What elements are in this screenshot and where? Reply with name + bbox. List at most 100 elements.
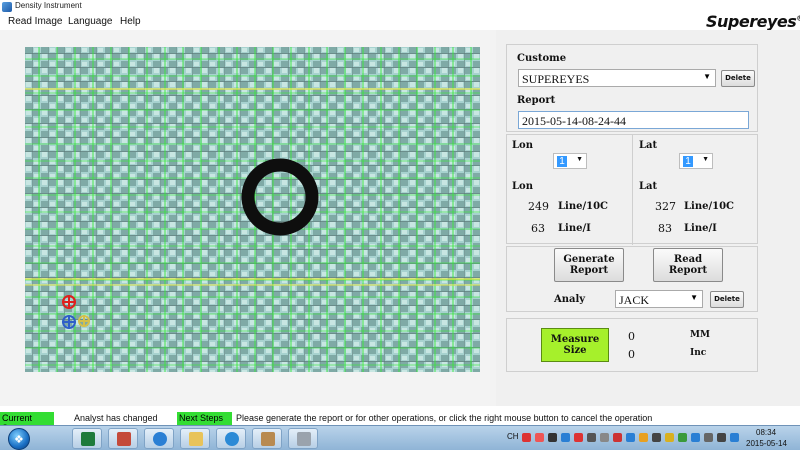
network-icon[interactable]	[704, 433, 713, 442]
report-label: Report	[517, 95, 556, 106]
brand-name: Supereyes	[706, 12, 797, 31]
start-button[interactable]: ❖	[8, 428, 30, 450]
tray-icon[interactable]	[691, 433, 700, 442]
lon-result-label: Lon	[512, 181, 533, 192]
menu-help[interactable]: Help	[120, 16, 141, 27]
lat-line10c-value: 327	[655, 200, 676, 213]
divider	[632, 135, 633, 245]
taskbar: ❖ CH 08:34 2015-05-14	[0, 425, 800, 450]
mm-unit: MM	[690, 330, 710, 340]
media-icon	[153, 432, 167, 446]
lon-label: Lon	[512, 140, 533, 151]
measure-size-label-line1: Measure	[550, 334, 600, 345]
taskbar-explorer[interactable]	[180, 428, 210, 449]
lon-line10c-value: 249	[528, 200, 549, 213]
taskbar-ie[interactable]	[216, 428, 246, 449]
fabric-weave-image	[25, 47, 480, 372]
red-crosshair-icon[interactable]	[62, 295, 76, 309]
yellow-crosshair-icon[interactable]	[78, 315, 90, 327]
lon-select[interactable]: 1 ▼	[553, 153, 587, 169]
person-icon	[117, 432, 131, 446]
customer-delete-button[interactable]: Delete	[721, 70, 755, 87]
tray-icon[interactable]	[535, 433, 544, 442]
lat-linei-unit: Line/I	[684, 223, 717, 234]
analyst-label: Analy	[554, 294, 586, 305]
menu-bar: Read Image Language Help	[0, 14, 800, 30]
lat-line10c-unit: Line/10C	[684, 201, 734, 212]
fabric-image-view[interactable]	[25, 47, 480, 372]
app-icon	[2, 2, 12, 12]
chevron-down-icon: ▼	[690, 293, 698, 302]
windows-logo-icon: ❖	[14, 434, 24, 446]
current-state-text: Analyst has changed	[74, 413, 158, 423]
customer-select-value: SUPEREYES	[522, 72, 590, 86]
customer-label: Custome	[517, 53, 567, 64]
chevron-down-icon: ▼	[702, 156, 709, 163]
brand-logo: Supereyes®	[706, 12, 800, 31]
tray-icon[interactable]	[561, 433, 570, 442]
taskbar-app-person[interactable]	[108, 428, 138, 449]
report-name-input[interactable]: 2015-05-14-08-24-44	[518, 111, 749, 129]
lon-select-value: 1	[557, 156, 567, 167]
lat-label: Lat	[639, 140, 658, 151]
report-name-value: 2015-05-14-08-24-44	[522, 114, 626, 128]
status-bar: Current State Analyst has changed Next S…	[0, 412, 800, 433]
read-report-label-line1: Read	[673, 254, 703, 265]
blue-crosshair-icon[interactable]	[62, 315, 76, 329]
internet-explorer-icon	[225, 432, 239, 446]
tray-icon[interactable]	[678, 433, 687, 442]
brand-registered-mark: ®	[796, 14, 800, 23]
tray-icon[interactable]	[665, 433, 674, 442]
tray-language[interactable]: CH	[507, 432, 519, 441]
report-actions-group: Generate Report Read Report Analy JACK ▼…	[506, 246, 758, 312]
read-report-label-line2: Report	[668, 265, 708, 276]
lat-linei-value: 83	[658, 222, 672, 235]
tray-icon[interactable]	[522, 433, 531, 442]
tray-icon[interactable]	[587, 433, 596, 442]
excel-icon	[81, 432, 95, 446]
inc-unit: Inc	[690, 348, 707, 358]
clock-date[interactable]: 2015-05-14	[746, 439, 787, 448]
generate-report-label-line1: Generate	[563, 254, 615, 265]
tray-icon[interactable]	[600, 433, 609, 442]
menu-read-image[interactable]: Read Image	[8, 16, 62, 27]
generate-report-button[interactable]: Generate Report	[554, 248, 624, 282]
chevron-down-icon: ▼	[703, 72, 711, 81]
tray-icon[interactable]	[574, 433, 583, 442]
analyst-delete-button[interactable]: Delete	[710, 291, 744, 308]
taskbar-media[interactable]	[144, 428, 174, 449]
customer-select[interactable]: SUPEREYES ▼	[518, 69, 716, 87]
taskbar-app-tool[interactable]	[288, 428, 318, 449]
customer-report-group: Custome SUPEREYES ▼ Delete Report 2015-0…	[506, 44, 758, 132]
chevron-down-icon: ▼	[576, 156, 583, 163]
measure-size-label-line2: Size	[563, 345, 587, 356]
lat-result-label: Lat	[639, 181, 658, 192]
read-report-button[interactable]: Read Report	[653, 248, 723, 282]
measure-size-button[interactable]: Measure Size	[541, 328, 609, 362]
control-panel: Custome SUPEREYES ▼ Delete Report 2015-0…	[496, 30, 800, 406]
title-bar: Density Instrument	[0, 0, 800, 14]
volume-icon[interactable]	[717, 433, 726, 442]
taskbar-app-doc[interactable]	[252, 428, 282, 449]
tray-icon[interactable]	[548, 433, 557, 442]
taskbar-excel[interactable]	[72, 428, 102, 449]
folder-icon	[189, 432, 203, 446]
tray-icon[interactable]	[626, 433, 635, 442]
tray-icon[interactable]	[639, 433, 648, 442]
analyst-select[interactable]: JACK ▼	[615, 290, 703, 308]
tray-icon[interactable]	[730, 433, 739, 442]
tray-icon[interactable]	[652, 433, 661, 442]
density-group: Lon 1 ▼ Lat 1 ▼ Lon Lat 249 Line/10C 63 …	[506, 134, 758, 245]
lat-select-value: 1	[683, 156, 693, 167]
next-steps-text: Please generate the report or for other …	[236, 413, 653, 423]
clock-time[interactable]: 08:34	[756, 428, 776, 437]
mm-value: 0	[628, 330, 635, 343]
menu-language[interactable]: Language	[68, 16, 113, 27]
lon-linei-unit: Line/I	[558, 223, 591, 234]
tray-icon[interactable]	[613, 433, 622, 442]
tool-icon	[297, 432, 311, 446]
generate-report-label-line2: Report	[569, 265, 609, 276]
document-icon	[261, 432, 275, 446]
next-steps-tag: Next Steps	[177, 412, 232, 425]
lat-select[interactable]: 1 ▼	[679, 153, 713, 169]
